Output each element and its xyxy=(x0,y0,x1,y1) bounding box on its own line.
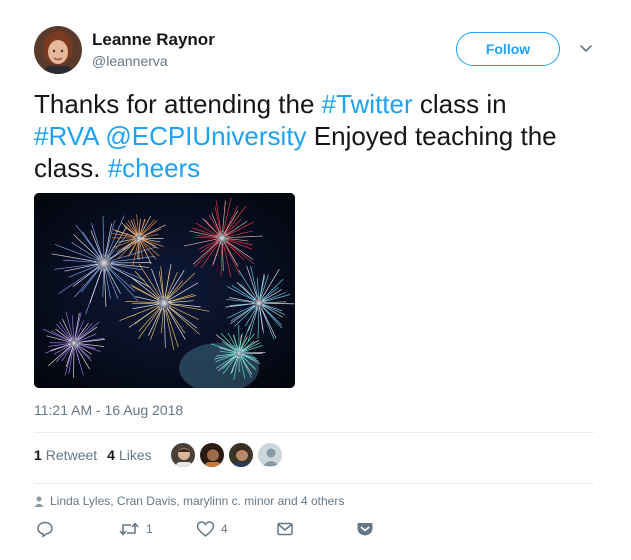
reply-icon xyxy=(37,521,53,538)
firework-core xyxy=(67,336,81,350)
liker-avatar[interactable] xyxy=(199,442,225,468)
liked-by-text[interactable]: Linda Lyles, Cran Davis, marylinn c. min… xyxy=(50,494,344,508)
liker-avatar-default[interactable] xyxy=(257,442,283,468)
likes-stat[interactable]: 4 Likes xyxy=(107,447,151,463)
author-avatar[interactable] xyxy=(34,26,82,74)
retweets-count: 1 xyxy=(34,447,42,463)
envelope-icon xyxy=(277,522,293,536)
mention-ecpi-link[interactable]: @ECPIUniversity xyxy=(105,121,306,151)
retweets-label: Retweet xyxy=(45,447,98,463)
tweet-actions: 1 4 xyxy=(34,520,394,544)
pocket-button[interactable] xyxy=(356,520,374,538)
firework-core xyxy=(133,232,145,244)
tweet-text-part: Thanks for attending the xyxy=(34,89,322,119)
engagement-stats: 1 Retweet 4 Likes xyxy=(34,447,162,463)
retweet-button[interactable]: 1 xyxy=(118,520,153,538)
hashtag-cheers-link[interactable]: #cheers xyxy=(108,153,201,183)
tweet-image-fireworks[interactable] xyxy=(34,193,295,388)
retweet-count: 1 xyxy=(146,522,153,536)
liker-avatars xyxy=(170,442,286,468)
follow-button[interactable]: Follow xyxy=(456,32,560,66)
tweet-text-part: class in xyxy=(412,89,507,119)
like-count: 4 xyxy=(221,522,228,536)
retweets-stat[interactable]: 1 Retweet xyxy=(34,447,97,463)
divider xyxy=(34,483,594,484)
pocket-icon xyxy=(357,523,373,536)
firework-core xyxy=(251,295,267,311)
liker-avatar[interactable] xyxy=(170,442,196,468)
likes-label: Likes xyxy=(118,447,152,463)
tweet-text: Thanks for attending the #Twitter class … xyxy=(34,88,604,184)
firework-core xyxy=(94,253,114,273)
reply-button[interactable] xyxy=(36,520,54,538)
message-button[interactable] xyxy=(276,520,294,538)
person-icon xyxy=(34,496,44,507)
firework-core xyxy=(214,230,230,246)
firework-core xyxy=(155,294,173,312)
hashtag-twitter-link[interactable]: #Twitter xyxy=(322,89,413,119)
author-handle[interactable]: @leannerva xyxy=(92,53,168,69)
retweet-icon xyxy=(119,522,139,536)
chevron-down-icon[interactable] xyxy=(578,42,594,54)
tweet-card: Leanne Raynor @leannerva Follow Thanks f… xyxy=(0,0,631,560)
like-button[interactable]: 4 xyxy=(196,520,228,538)
tweet-timestamp[interactable]: 11:21 AM - 16 Aug 2018 xyxy=(34,402,183,418)
likes-count: 4 xyxy=(107,447,115,463)
hashtag-rva-link[interactable]: #RVA xyxy=(34,121,98,151)
liked-by-row: Linda Lyles, Cran Davis, marylinn c. min… xyxy=(34,494,344,508)
liker-avatar[interactable] xyxy=(228,442,254,468)
author-name[interactable]: Leanne Raynor xyxy=(92,30,215,50)
divider xyxy=(34,432,594,433)
heart-icon xyxy=(196,521,215,537)
